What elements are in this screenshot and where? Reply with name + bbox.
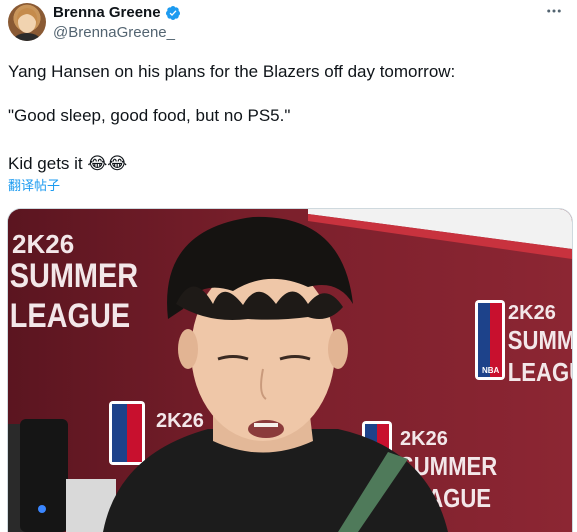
verified-badge-icon (165, 6, 180, 20)
backdrop-logo-text: LEAGUE (10, 296, 130, 335)
nba-logo-icon: NBA (475, 300, 505, 380)
author-handle[interactable]: @BrennaGreene_ (53, 24, 175, 42)
tweet-text-line: Kid gets it 😂😂 (8, 154, 128, 173)
backdrop-logo-text: 2K26 (400, 428, 448, 450)
tweet-quote-line: "Good sleep, good food, but no PS5." (8, 106, 291, 125)
more-horizontal-icon[interactable] (545, 2, 563, 25)
backdrop-logo-text: 2K26 (156, 410, 204, 432)
backdrop-logo-text: SUMMER (508, 326, 572, 355)
backdrop-logo-text: LEAGUE (508, 358, 572, 387)
translate-post-link[interactable]: 翻译帖子 (8, 178, 60, 194)
backdrop-logo-text: SUMMER (10, 256, 139, 295)
tweet-media-image[interactable]: 2K26 SUMMER LEAGUE 2K26 SUMMER LEAGUE 2K… (7, 208, 573, 532)
tweet-text-line: Yang Hansen on his plans for the Blazers… (8, 62, 456, 81)
tweet-card: Brenna Greene @BrennaGreene_ Yang Hansen… (0, 0, 577, 532)
author-name[interactable]: Brenna Greene (53, 4, 161, 22)
avatar[interactable] (8, 3, 46, 41)
backdrop-logo-text: 2K26 (12, 229, 74, 259)
svg-text:NBA: NBA (482, 366, 500, 375)
nba-logo-icon (109, 401, 145, 465)
backdrop-logo-text: 2K26 (508, 302, 556, 324)
